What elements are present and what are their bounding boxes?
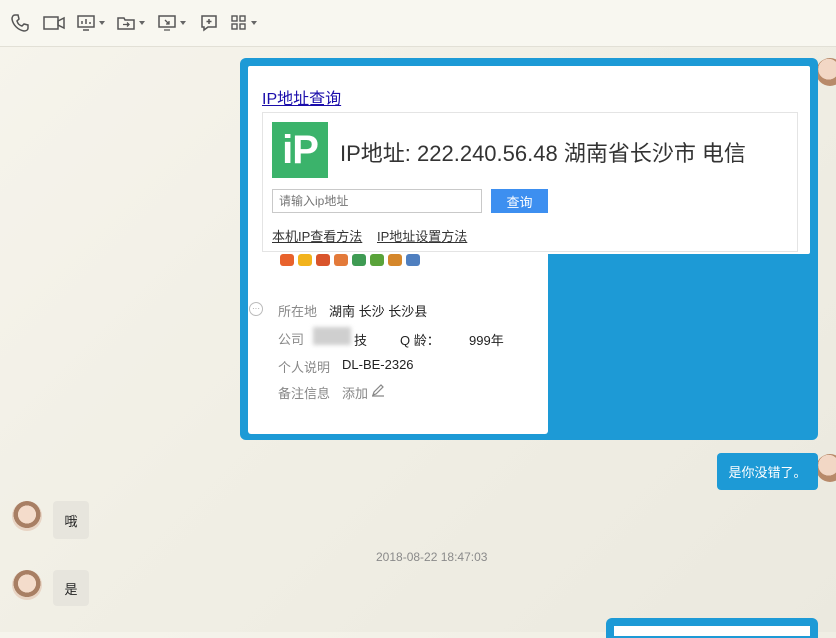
ip-logo: iP <box>272 122 328 178</box>
screen-share-icon[interactable] <box>76 12 105 34</box>
local-ip-link[interactable]: 本机IP查看方法 <box>272 226 362 245</box>
badge-icon <box>388 254 402 266</box>
badge-icon <box>334 254 348 266</box>
badge-icon <box>280 254 294 266</box>
ip-address-result: IP地址: 222.240.56.48 湖南省长沙市 电信 <box>340 141 746 166</box>
badge-icon <box>298 254 312 266</box>
video-icon[interactable] <box>42 12 66 34</box>
more-icon[interactable]: ··· <box>249 302 263 316</box>
add-note-link[interactable]: 添加 <box>342 383 368 402</box>
badges-row <box>280 254 420 268</box>
company-value: 技 <box>354 333 368 348</box>
query-button[interactable]: 查询 <box>491 189 548 213</box>
badge-icon <box>316 254 330 266</box>
apps-icon[interactable] <box>230 12 257 34</box>
file-transfer-icon[interactable] <box>116 12 145 34</box>
message-card-inner <box>614 626 810 636</box>
ip-input[interactable] <box>272 189 482 213</box>
bio-label: 个人说明 <box>278 360 331 375</box>
avatar[interactable] <box>12 570 42 600</box>
phone-icon[interactable] <box>10 12 30 34</box>
ip-lookup-title-link[interactable]: IP地址查询 <box>262 85 341 109</box>
remote-desktop-icon[interactable] <box>157 12 186 34</box>
avatar[interactable] <box>12 501 42 531</box>
edit-icon[interactable] <box>371 383 385 402</box>
chat-toolbar <box>0 0 836 47</box>
qq-age-label: Q 龄： <box>400 333 440 348</box>
location-label: 所在地 <box>278 304 318 319</box>
note-label: 备注信息 <box>278 386 331 401</box>
company-label: 公司 <box>278 332 305 347</box>
badge-icon <box>406 254 420 266</box>
avatar[interactable] <box>816 454 836 482</box>
message-bubble-outgoing: 是你没错了。 <box>717 453 818 490</box>
message-timestamp: 2018-08-22 18:47:03 <box>376 550 488 564</box>
avatar[interactable] <box>816 58 836 86</box>
message-bubble-incoming: 是 <box>53 570 89 606</box>
bio-value: DL-BE-2326 <box>342 357 414 372</box>
qq-age-value: 999年 <box>469 333 504 348</box>
redacted-block <box>313 327 351 345</box>
message-bubble-incoming: 哦 <box>53 501 89 539</box>
badge-icon <box>352 254 366 266</box>
badge-icon <box>370 254 384 266</box>
location-value: 湖南 长沙 长沙县 <box>329 304 428 319</box>
ip-settings-link[interactable]: IP地址设置方法 <box>377 226 467 245</box>
add-icon[interactable] <box>199 12 219 34</box>
